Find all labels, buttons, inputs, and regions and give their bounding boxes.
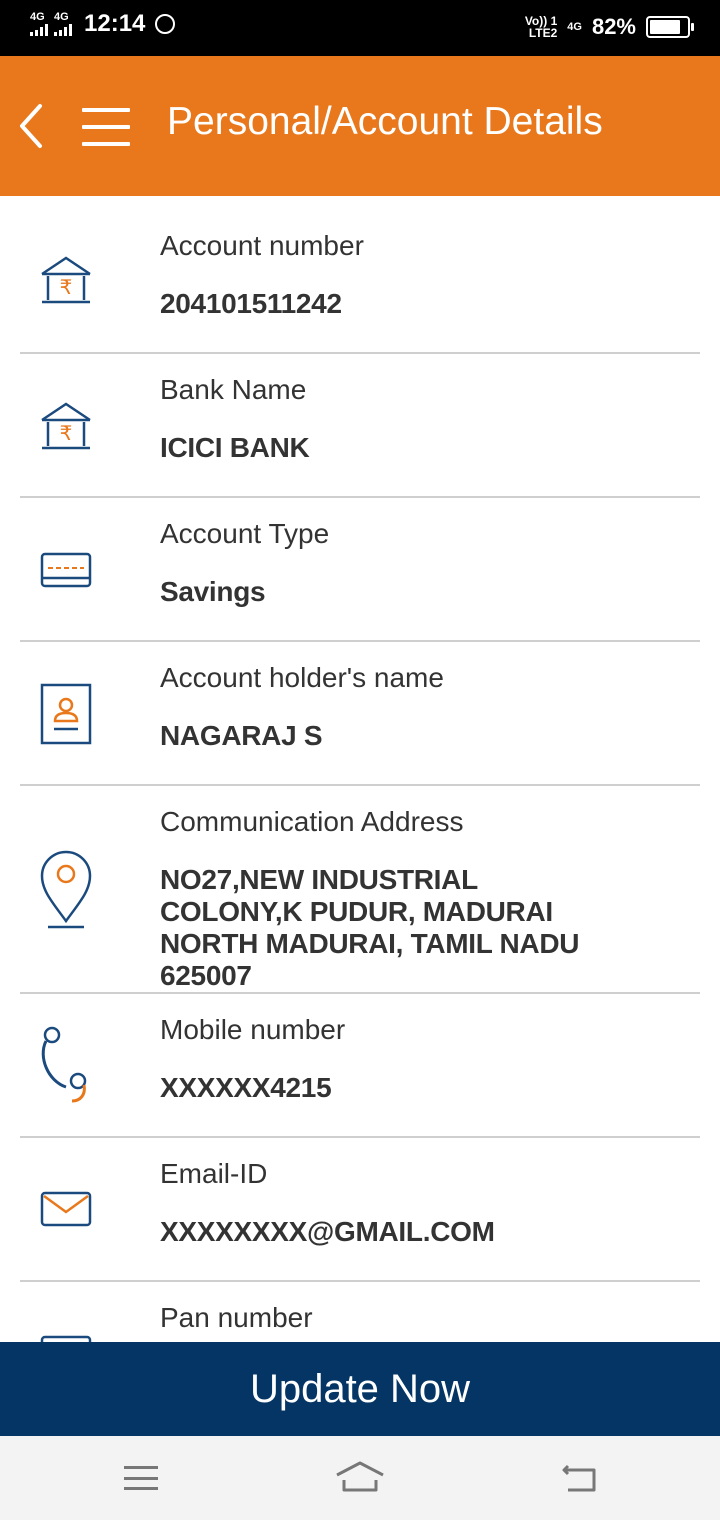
detail-value: XXXXXXXX@GMAIL.COM: [160, 1216, 495, 1247]
whatsapp-notification-icon: [155, 14, 176, 34]
detail-label: Account Type: [160, 518, 330, 549]
detail-value: ICICI BANK: [160, 432, 310, 463]
detail-row-account-number: ₹ Account number 204101511242: [20, 196, 700, 354]
back-arrow-icon: [562, 1464, 596, 1492]
detail-label: Pan number: [160, 1302, 313, 1333]
battery-icon: [646, 16, 694, 38]
detail-value: XXXXXX4215: [160, 1072, 332, 1103]
id-card-icon: [36, 682, 96, 746]
system-nav-bar: [0, 1436, 720, 1520]
detail-value: NO27,NEW INDUSTRIAL COLONY,K PUDUR, MADU…: [160, 864, 580, 991]
detail-label: Mobile number: [160, 1014, 346, 1045]
home-button[interactable]: [334, 1460, 386, 1499]
signal-bars-icon: [30, 24, 48, 36]
chevron-left-icon: [20, 104, 42, 148]
detail-row-mobile-number: Mobile number XXXXXX4215: [20, 994, 700, 1138]
details-list: ₹ Account number 204101511242 ₹ Bank Nam…: [0, 196, 720, 1342]
menu-line: [124, 1466, 158, 1469]
detail-row-pan-number: Pan number: [20, 1282, 700, 1342]
battery-fill: [650, 20, 680, 34]
menu-line: [82, 108, 130, 112]
menu-line: [124, 1487, 158, 1490]
detail-row-account-type: Account Type Savings: [20, 498, 700, 642]
back-button[interactable]: [14, 100, 54, 152]
page-title: Personal/Account Details: [167, 100, 603, 143]
system-back-button[interactable]: [560, 1462, 600, 1499]
bank-icon: ₹: [36, 400, 96, 454]
detail-value: Savings: [160, 576, 266, 607]
detail-label: Account number: [160, 230, 364, 261]
menu-line: [124, 1476, 158, 1480]
detail-value: NAGARAJ S: [160, 720, 323, 751]
app-header: Personal/Account Details: [0, 56, 720, 196]
svg-text:₹: ₹: [60, 275, 73, 299]
menu-line: [82, 142, 130, 146]
recent-apps-button[interactable]: [124, 1466, 158, 1490]
home-icon: [336, 1461, 384, 1492]
detail-row-email-id: Email-ID XXXXXXXX@GMAIL.COM: [20, 1138, 700, 1282]
clock: 12:14: [84, 10, 146, 37]
hamburger-menu-button[interactable]: [82, 108, 130, 146]
detail-value: 204101511242: [160, 288, 342, 319]
signal-sim1: 4G: [30, 12, 48, 36]
network-type-sim1: 4G: [30, 11, 45, 23]
card-icon: [36, 550, 96, 590]
signal-sim2: 4G: [54, 12, 72, 36]
detail-row-account-holder: Account holder's name NAGARAJ S: [20, 642, 700, 786]
detail-row-bank-name: ₹ Bank Name ICICI BANK: [20, 354, 700, 498]
menu-line: [82, 125, 130, 129]
location-pin-icon: [36, 848, 96, 930]
svg-text:₹: ₹: [60, 421, 73, 445]
detail-label: Bank Name: [160, 374, 307, 405]
detail-row-communication-address: Communication Address NO27,NEW INDUSTRIA…: [20, 786, 700, 994]
network-type-data: 4G: [567, 20, 582, 33]
volte-indicator: Vo)) 1 LTE2: [525, 15, 557, 39]
update-now-button[interactable]: Update Now: [0, 1342, 720, 1436]
network-type-sim2: 4G: [54, 11, 69, 23]
battery-percent: 82%: [591, 14, 636, 39]
lte2-label: LTE2: [528, 26, 558, 40]
status-right: Vo)) 1 LTE2 4G 82%: [525, 14, 694, 40]
status-left: 4G 4G 12:14: [30, 10, 176, 38]
bank-icon: ₹: [36, 254, 96, 308]
pan-card-icon: [36, 1334, 96, 1342]
phone-icon: [36, 1016, 96, 1112]
mail-icon: [36, 1190, 96, 1228]
detail-label: Email-ID: [160, 1158, 268, 1189]
signal-bars-icon: [54, 24, 72, 36]
status-bar: 4G 4G 12:14 Vo)) 1 LTE2 4G 82%: [0, 0, 720, 56]
detail-label: Communication Address: [160, 806, 464, 837]
detail-label: Account holder's name: [160, 662, 444, 693]
